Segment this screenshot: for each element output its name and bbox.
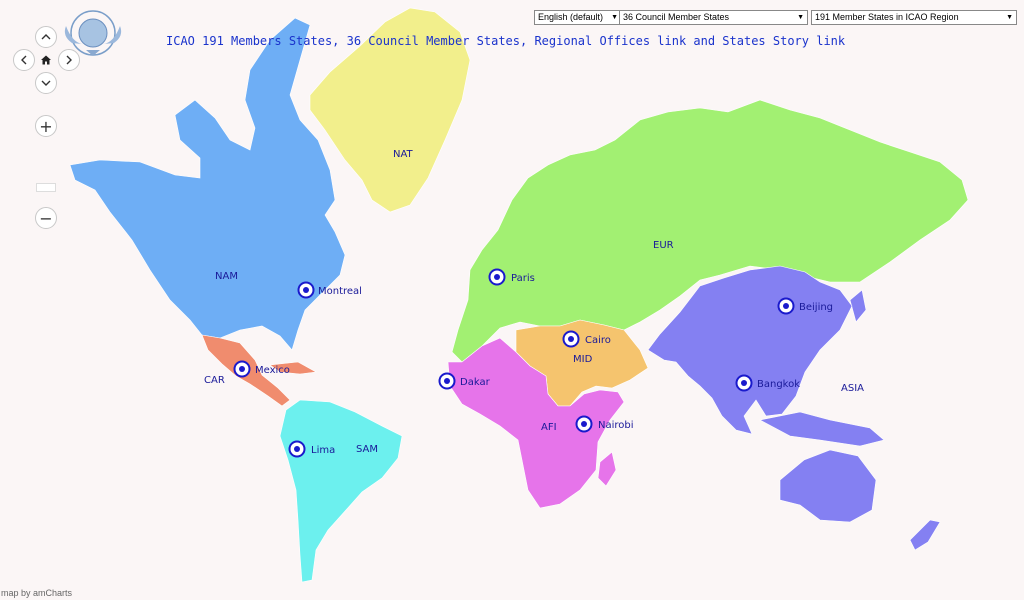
zoom-in-button[interactable]: + (35, 115, 57, 137)
office-label-lima[interactable]: Lima (311, 445, 335, 456)
region-sam[interactable] (279, 399, 403, 583)
home-icon (41, 55, 51, 65)
region-label-sam: SAM (356, 444, 378, 455)
plus-icon: + (39, 116, 53, 136)
page-title: ICAO 191 Members States, 36 Council Memb… (166, 34, 846, 48)
office-label-montreal[interactable]: Montreal (318, 286, 362, 297)
region-nam[interactable] (69, 17, 346, 351)
map-stage: NAT NAM CAR SAM EUR MID AFI ASIA Montrea… (0, 0, 1024, 600)
region-label-car: CAR (204, 375, 225, 386)
office-label-cairo[interactable]: Cairo (585, 335, 611, 346)
map-credit[interactable]: map by amCharts (1, 588, 72, 598)
region-label-eur: EUR (653, 240, 674, 251)
council-select-value: 36 Council Member States (623, 12, 730, 22)
chevron-left-icon (21, 55, 27, 65)
chevron-up-icon (41, 34, 51, 40)
chevron-down-icon (41, 80, 51, 86)
dropdown-arrow-icon: ▼ (1006, 14, 1013, 21)
minus-icon: − (39, 208, 53, 228)
language-select[interactable]: English (default) ▼ (534, 10, 622, 25)
council-select[interactable]: 36 Council Member States ▼ (619, 10, 808, 25)
dropdown-arrow-icon: ▼ (797, 14, 804, 21)
region-label-asia: ASIA (841, 383, 864, 394)
office-label-mexico[interactable]: Mexico (255, 365, 290, 376)
pan-down-button[interactable] (35, 72, 57, 94)
region-label-nat: NAT (393, 149, 414, 160)
pan-left-button[interactable] (13, 49, 35, 71)
dropdown-arrow-icon: ▼ (611, 14, 618, 21)
language-select-value: English (default) (538, 12, 604, 22)
region-label-afi: AFI (541, 422, 557, 433)
home-button[interactable] (35, 49, 57, 71)
members-select[interactable]: 191 Member States in ICAO Region ▼ (811, 10, 1017, 25)
members-select-value: 191 Member States in ICAO Region (815, 12, 959, 22)
region-label-mid: MID (573, 354, 593, 365)
office-label-dakar[interactable]: Dakar (460, 377, 491, 388)
office-label-beijing[interactable]: Beijing (799, 302, 833, 313)
zoom-slider[interactable] (36, 183, 56, 192)
region-label-nam: NAM (215, 271, 238, 282)
office-label-paris[interactable]: Paris (511, 273, 535, 284)
zoom-out-button[interactable]: − (35, 207, 57, 229)
pan-right-button[interactable] (58, 49, 80, 71)
office-label-nairobi[interactable]: Nairobi (598, 420, 634, 431)
office-label-bangkok[interactable]: Bangkok (757, 379, 800, 390)
world-map[interactable]: NAT NAM CAR SAM EUR MID AFI ASIA Montrea… (0, 0, 1024, 600)
pan-up-button[interactable] (35, 26, 57, 48)
chevron-right-icon (66, 55, 72, 65)
